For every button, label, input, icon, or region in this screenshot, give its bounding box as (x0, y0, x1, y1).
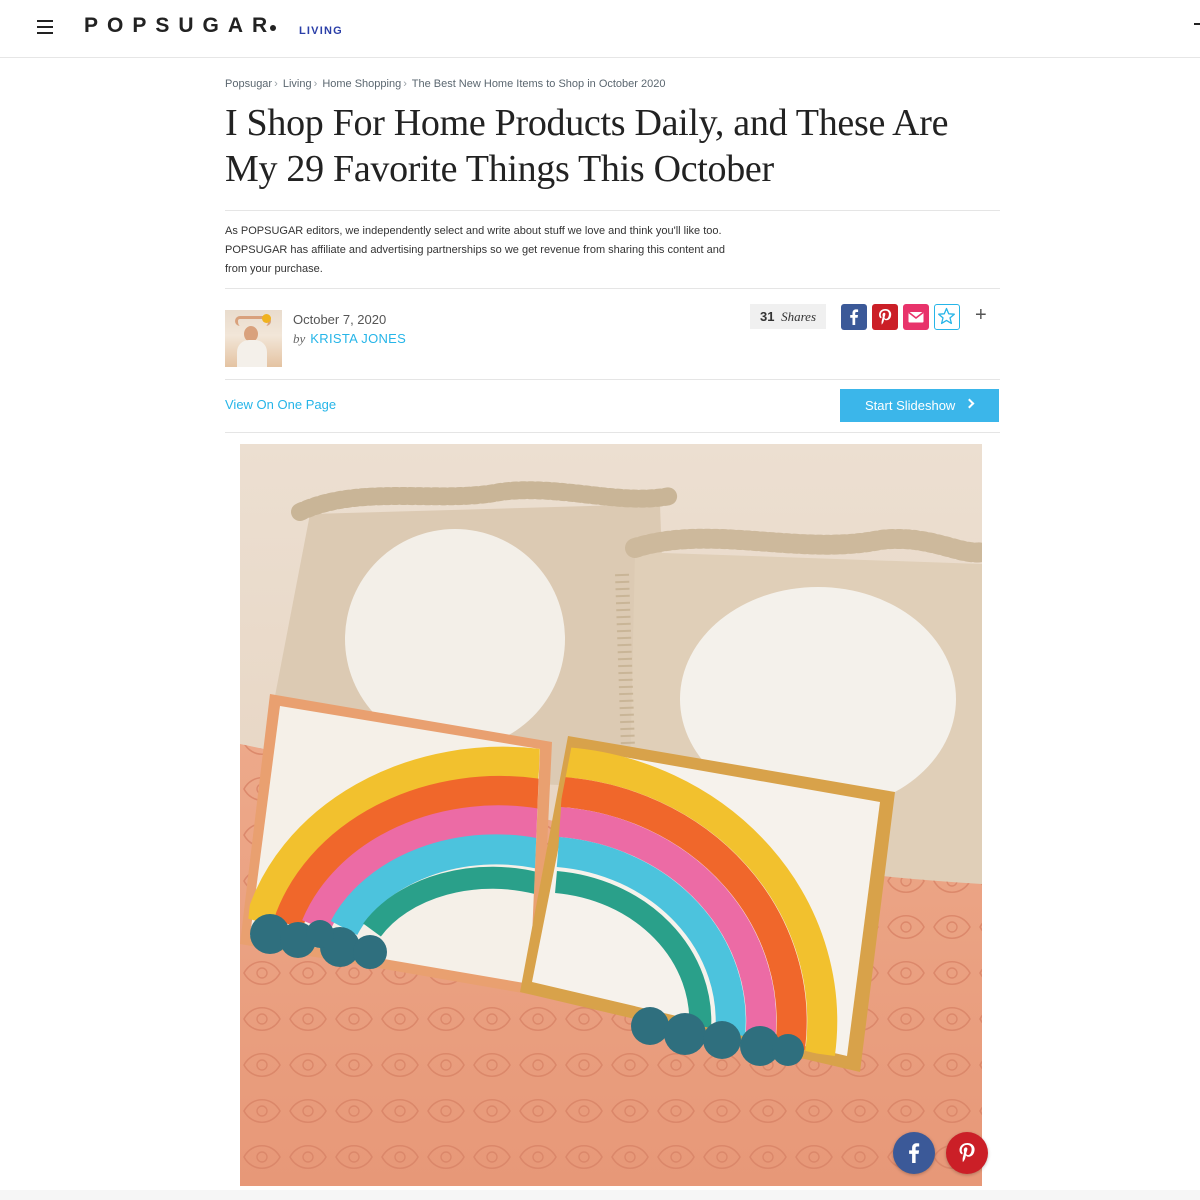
author-line: by KRISTA JONES (293, 331, 406, 347)
more-share-options-button[interactable]: + (975, 303, 987, 327)
breadcrumb-item-popsugar[interactable]: Popsugar (225, 78, 272, 90)
breadcrumb-item-home-shopping[interactable]: Home Shopping (322, 78, 401, 90)
by-prefix: by (293, 331, 306, 346)
byline: October 7, 2020 by KRISTA JONES 31 Shares (225, 304, 1000, 370)
top-navigation: POPSUGAR LIVING (0, 0, 1200, 58)
pinterest-share-button[interactable] (872, 304, 898, 330)
disclaimer-line-2: POPSUGAR has affiliate and advertising p… (225, 244, 725, 256)
share-count-label: Shares (781, 309, 816, 324)
image-pinterest-share-button[interactable] (946, 1132, 988, 1174)
title-line-1: I Shop For Home Products Daily, and Thes… (225, 102, 949, 144)
section-label[interactable]: LIVING (299, 25, 343, 37)
divider (225, 210, 1000, 211)
start-slideshow-label: Start Slideshow (865, 398, 956, 413)
plus-icon: + (975, 304, 987, 326)
rainbow-pillows-photo (240, 444, 982, 1186)
breadcrumb-item-living[interactable]: Living (283, 78, 312, 90)
logo-text: POPSUGAR (84, 14, 277, 37)
breadcrumb-item-current[interactable]: The Best New Home Items to Shop in Octob… (412, 78, 666, 90)
hero-image[interactable] (240, 444, 982, 1186)
pinterest-icon (959, 1143, 975, 1163)
site-logo[interactable]: POPSUGAR (84, 14, 280, 38)
title-line-2: My 29 Favorite Things This October (225, 148, 774, 190)
save-favorite-button[interactable] (934, 304, 960, 330)
chevron-right-icon (964, 398, 975, 409)
email-icon (908, 311, 924, 323)
facebook-share-button[interactable] (841, 304, 867, 330)
page-bottom-edge (0, 1190, 1200, 1200)
view-on-one-page-link[interactable]: View On One Page (225, 397, 336, 412)
star-icon (938, 307, 955, 325)
page-title: I Shop For Home Products Daily, and Thes… (225, 100, 985, 192)
share-count: 31 Shares (750, 304, 826, 329)
author-link[interactable]: KRISTA JONES (310, 331, 406, 346)
image-facebook-share-button[interactable] (893, 1132, 935, 1174)
author-avatar[interactable] (225, 310, 282, 367)
affiliate-disclaimer: As POPSUGAR editors, we independently se… (225, 222, 795, 279)
breadcrumb: Popsugar › Living › Home Shopping › The Bes… (225, 78, 665, 90)
start-slideshow-button[interactable]: Start Slideshow (840, 389, 999, 422)
breadcrumb-separator: › (403, 78, 407, 90)
disclaimer-line-1: As POPSUGAR editors, we independently se… (225, 225, 722, 237)
divider (225, 379, 1000, 380)
divider (225, 288, 1000, 289)
share-count-number: 31 (760, 309, 775, 324)
facebook-icon (909, 1143, 920, 1163)
email-share-button[interactable] (903, 304, 929, 330)
nav-overflow-icon[interactable] (1194, 17, 1200, 33)
pinterest-icon (879, 309, 892, 325)
breadcrumb-separator: › (313, 78, 318, 90)
publish-date: October 7, 2020 (293, 312, 387, 327)
breadcrumb-separator: › (274, 78, 278, 90)
divider (225, 432, 1000, 433)
disclaimer-line-3: from your purchase. (225, 263, 323, 275)
facebook-icon (850, 309, 859, 325)
hamburger-menu-icon[interactable] (37, 20, 53, 34)
